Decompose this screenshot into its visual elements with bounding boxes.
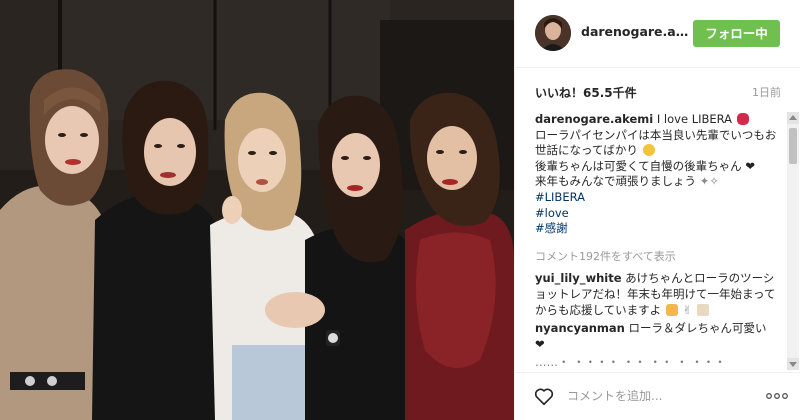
hashtag-kansha[interactable]: #感謝 bbox=[535, 221, 783, 237]
avatar-image bbox=[535, 15, 571, 51]
scrollbar-thumb[interactable] bbox=[789, 128, 797, 164]
chevron-down-icon bbox=[789, 362, 797, 367]
victory-hand-emoji-icon: ✌ bbox=[682, 303, 693, 317]
add-comment-input[interactable] bbox=[567, 386, 757, 406]
post-time[interactable]: 1日前 bbox=[752, 84, 781, 100]
chevron-up-icon bbox=[789, 115, 797, 120]
caption-text-1: I love LIBERA bbox=[656, 112, 733, 126]
avatar[interactable] bbox=[535, 15, 571, 51]
post-username[interactable]: darenogare.akemi bbox=[581, 24, 691, 39]
comment-text: ……・ ・・・・ ・・ ・・ ・ ・・・ bbox=[535, 355, 726, 369]
hashtag-libera[interactable]: #LIBERA bbox=[535, 190, 783, 206]
comment-author[interactable]: nyancyanman bbox=[535, 321, 625, 335]
likes-row: いいね！65.5千件 1日前 bbox=[535, 84, 781, 102]
caption-author[interactable]: darenogare.akemi bbox=[535, 112, 653, 126]
heart-emoji-icon: ❤ bbox=[745, 158, 755, 173]
sparkle-box-emoji-icon bbox=[696, 304, 709, 316]
hashtag-love[interactable]: #love bbox=[535, 206, 783, 222]
caption-text-4: 来年もみんなで頑張りましょう bbox=[535, 174, 696, 189]
scroll-up-button[interactable] bbox=[787, 112, 799, 124]
post-photo[interactable] bbox=[0, 0, 514, 420]
heart-outline-icon[interactable] bbox=[533, 385, 555, 407]
comment-item-partial: ……・ ・・・・ ・・ ・・ ・ ・・・ bbox=[535, 354, 783, 370]
more-options-icon[interactable] bbox=[765, 387, 789, 405]
likes-count[interactable]: いいね！65.5千件 bbox=[535, 84, 637, 101]
cat-emoji-icon bbox=[665, 304, 678, 316]
heart-emoji-icon: ❤ bbox=[535, 337, 545, 351]
caption-text-3: 後輩ちゃんは可愛くて自慢の後輩ちゃん bbox=[535, 158, 742, 173]
post-footer bbox=[515, 372, 800, 420]
comment-item: nyancyanman ローラ＆ダレちゃん可愛い ❤ bbox=[535, 320, 783, 352]
caption: darenogare.akemi I love LIBERA ローラパイセンパイ… bbox=[535, 112, 783, 237]
post-header: darenogare.akemi フォロー中 bbox=[515, 0, 800, 68]
caption-text-2: ローラパイセンパイは本当良い先輩でいつもお世話になってばかり bbox=[535, 127, 777, 158]
post-detail-panel: darenogare.akemi フォロー中 いいね！65.5千件 1日前 da… bbox=[514, 0, 800, 420]
scroll-down-button[interactable] bbox=[787, 358, 799, 370]
lips-emoji-icon bbox=[736, 113, 749, 125]
comment-text: ローラ＆ダレちゃん可愛い bbox=[628, 321, 767, 335]
comments-area[interactable]: darenogare.akemi I love LIBERA ローラパイセンパイ… bbox=[515, 112, 793, 370]
sparkles-emoji-icon: ✦✧ bbox=[699, 174, 719, 189]
comment-item: yui_lily_white あけちゃんとローラのツーショットレアだね！年末も年… bbox=[535, 270, 783, 318]
view-all-comments-link[interactable]: コメント192件をすべて表示 bbox=[535, 248, 676, 264]
comments-scrollbar[interactable] bbox=[787, 112, 799, 370]
following-button[interactable]: フォロー中 bbox=[693, 20, 780, 47]
photo-illustration bbox=[0, 0, 514, 420]
grimace-emoji-icon bbox=[642, 144, 655, 157]
comment-author[interactable]: yui_lily_white bbox=[535, 271, 622, 285]
